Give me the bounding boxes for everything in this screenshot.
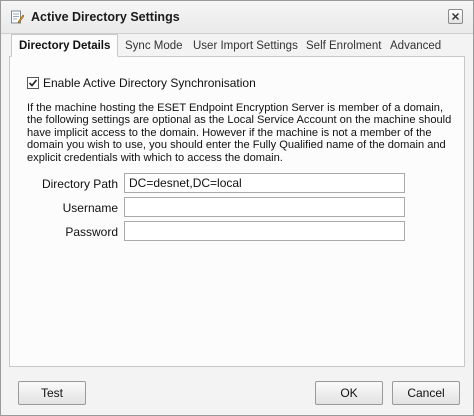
enable-sync-checkbox[interactable]	[27, 77, 39, 89]
active-directory-settings-dialog: Active Directory Settings Directory Deta…	[0, 0, 474, 416]
close-icon	[452, 13, 459, 20]
tab-self-enrolment[interactable]: Self Enrolment	[306, 37, 381, 56]
title-bar[interactable]: Active Directory Settings	[1, 1, 473, 34]
username-label: Username	[62, 201, 118, 215]
dialog-title: Active Directory Settings	[31, 10, 180, 24]
directory-path-label: Directory Path	[41, 177, 118, 191]
tab-bar: Directory Details Sync Mode User Import …	[9, 34, 465, 57]
tab-advanced[interactable]: Advanced	[390, 37, 441, 56]
username-input[interactable]	[124, 197, 405, 217]
domain-description-text: If the machine hosting the ESET Endpoint…	[27, 102, 452, 164]
password-input[interactable]	[124, 221, 405, 241]
directory-details-panel: Enable Active Directory Synchronisation …	[9, 57, 465, 367]
dialog-footer: Test OK Cancel	[1, 369, 473, 415]
tab-user-import-settings[interactable]: User Import Settings	[193, 37, 298, 56]
password-label: Password	[65, 225, 118, 239]
close-button[interactable]	[448, 9, 463, 24]
ok-button[interactable]: OK	[315, 381, 383, 405]
tab-directory-details[interactable]: Directory Details	[11, 34, 119, 57]
test-button[interactable]: Test	[18, 381, 86, 405]
directory-path-input[interactable]	[124, 173, 405, 193]
cancel-button[interactable]: Cancel	[392, 381, 460, 405]
settings-document-icon	[11, 10, 24, 24]
enable-sync-label[interactable]: Enable Active Directory Synchronisation	[43, 76, 256, 90]
tab-sync-mode[interactable]: Sync Mode	[125, 37, 183, 56]
checkmark-icon	[28, 79, 38, 87]
